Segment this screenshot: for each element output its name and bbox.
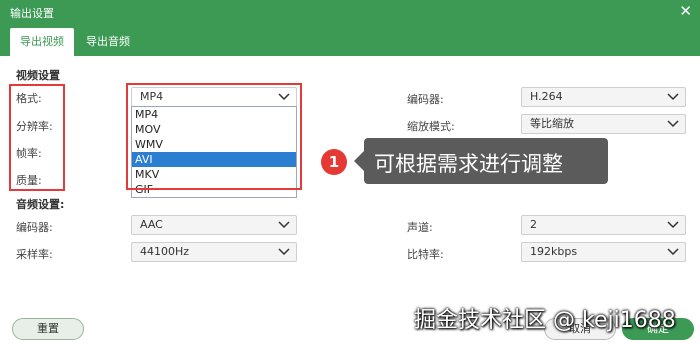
chevron-down-icon — [667, 93, 679, 101]
scale-mode-select[interactable]: 等比缩放 — [521, 114, 686, 134]
channel-select[interactable]: 2 — [521, 215, 686, 235]
watermark-text: 掘金技术社区 @ keji1688 — [414, 308, 676, 333]
chevron-down-icon — [667, 248, 679, 256]
video-encoder-value: H.264 — [530, 90, 563, 103]
annotation-callout: 可根据需求进行调整 — [354, 138, 608, 184]
scale-mode-label: 缩放模式: — [407, 120, 455, 133]
bitrate-label: 比特率: — [407, 248, 444, 261]
video-encoder-select[interactable]: H.264 — [521, 87, 686, 107]
bitrate-select[interactable]: 192kbps — [521, 242, 686, 262]
channel-label: 声道: — [407, 221, 433, 234]
tab-export-video[interactable]: 导出视频 — [10, 28, 74, 56]
audio-encoder-select[interactable]: AAC — [131, 215, 297, 235]
sample-rate-value: 44100Hz — [140, 245, 190, 258]
chevron-down-icon — [667, 120, 679, 128]
title-bar: 输出设置 ✕ — [0, 0, 700, 24]
sample-rate-select[interactable]: 44100Hz — [131, 242, 297, 262]
channel-value: 2 — [530, 218, 537, 231]
audio-section-title: 音频设置: — [16, 198, 65, 211]
close-icon[interactable]: ✕ — [679, 2, 692, 20]
bitrate-value: 192kbps — [530, 245, 578, 258]
audio-encoder-value: AAC — [140, 218, 163, 231]
reset-button[interactable]: 重置 — [12, 318, 84, 340]
window-title: 输出设置 — [10, 7, 54, 20]
annotation-text: 可根据需求进行调整 — [374, 152, 563, 176]
chevron-down-icon — [278, 221, 290, 229]
video-section-title: 视频设置 — [16, 69, 60, 82]
sample-rate-label: 采样率: — [16, 248, 53, 261]
labels-highlight-box — [9, 84, 65, 191]
tab-export-audio[interactable]: 导出音频 — [76, 28, 140, 56]
tab-bar: 导出视频 导出音频 — [0, 24, 700, 56]
chevron-down-icon — [667, 221, 679, 229]
chevron-down-icon — [278, 248, 290, 256]
video-encoder-label: 编码器: — [407, 93, 444, 106]
dropdown-highlight-box — [126, 83, 302, 190]
scale-mode-value: 等比缩放 — [530, 117, 574, 130]
audio-encoder-label: 编码器: — [16, 221, 53, 234]
step-number-badge: 1 — [321, 149, 347, 175]
